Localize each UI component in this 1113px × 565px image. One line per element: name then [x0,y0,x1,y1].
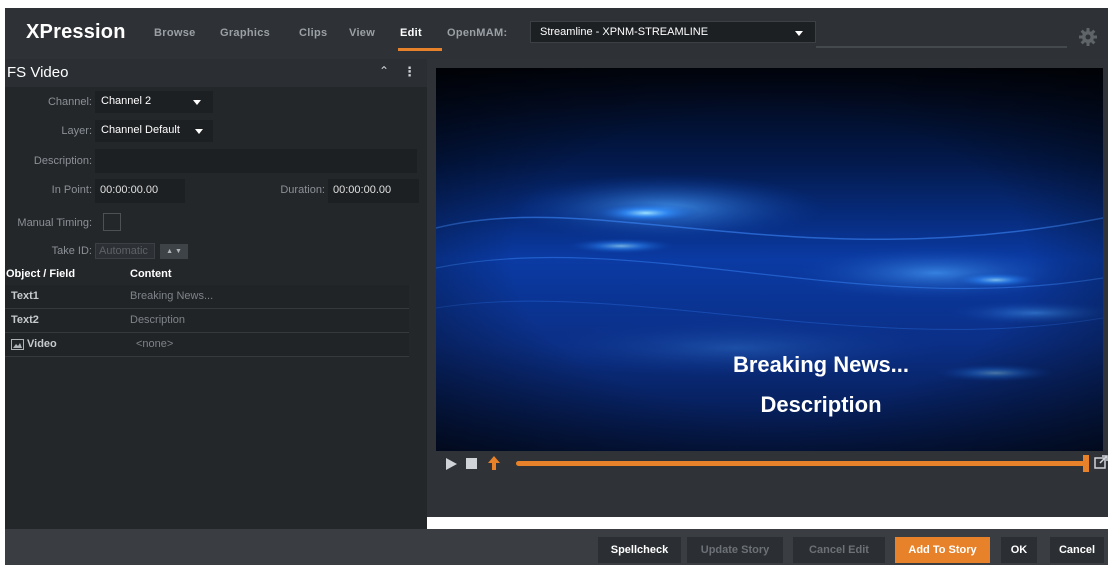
table-header-content: Content [130,268,172,280]
image-icon [11,339,24,350]
take-id-stepper[interactable]: ▲ ▼ [160,244,188,259]
panel-header: FS Video ⌃ ⋮ [5,59,427,87]
bottom-action-bar: Spellcheck Update Story Cancel Edit Add … [5,529,1108,565]
field-name: Text2 [11,314,39,326]
openmam-server-select[interactable]: Streamline - XPNM-STREAMLINE [530,21,816,43]
channel-value: Channel 2 [101,95,152,107]
preview-viewport: Breaking News... Description [436,68,1103,451]
channel-label: Channel: [47,96,92,108]
layer-label: Layer: [61,125,92,137]
table-row[interactable]: Video <none> [5,333,409,357]
field-name: Video [27,338,57,350]
in-point-field[interactable]: 00:00:00.00 [95,179,185,203]
top-bar: XPression Browse Graphics Clips View Edi… [5,8,1108,59]
field-content[interactable]: <none> [136,338,173,350]
take-id-label: Take ID: [51,245,92,257]
toolbar-divider [816,46,1067,48]
ok-button[interactable]: OK [1001,537,1037,563]
layer-select[interactable]: Channel Default [95,120,213,142]
openmam-server-value: Streamline - XPNM-STREAMLINE [540,26,709,38]
preview-description-text: Description [760,392,882,417]
field-content[interactable]: Description [130,314,185,326]
nav-edit[interactable]: Edit [400,27,422,39]
active-tab-indicator [398,48,442,51]
nav-graphics[interactable]: Graphics [220,27,270,39]
preview-title-text: Breaking News... [732,352,910,377]
take-id-field[interactable]: Automatic [95,243,155,259]
preview-panel: Breaking News... Description [427,59,1108,517]
table-row[interactable]: Text2 Description [5,309,409,333]
chevron-down-icon [195,129,203,134]
description-field[interactable] [95,149,417,173]
in-point-value: 00:00:00.00 [100,184,159,196]
nav-clips[interactable]: Clips [299,27,327,39]
chevron-down-icon [795,31,803,36]
duration-value: 00:00:00.00 [333,184,392,196]
panel-title: FS Video [7,64,69,81]
add-to-story-button[interactable]: Add To Story [895,537,990,563]
in-point-label: In Point: [51,184,92,196]
cancel-button[interactable]: Cancel [1050,537,1104,563]
arrow-up-icon[interactable] [486,455,502,471]
table-row[interactable]: Text1 Breaking News... [5,285,409,309]
template-properties-panel: FS Video ⌃ ⋮ Channel: Channel 2 Layer: C… [5,59,427,529]
table-header-field: Object / Field [6,268,76,280]
collapse-icon[interactable]: ⌃ [379,64,389,78]
layer-value: Channel Default [101,124,180,136]
app-logo: XPression [26,21,126,43]
cancel-edit-button[interactable]: Cancel Edit [793,537,885,563]
gear-icon[interactable] [1078,27,1098,47]
update-story-button[interactable]: Update Story [687,537,783,563]
take-id-value: Automatic [99,245,148,257]
duration-field[interactable]: 00:00:00.00 [328,179,419,203]
play-icon[interactable] [446,458,457,470]
stop-icon[interactable] [466,458,477,469]
chevron-down-icon [193,100,201,105]
channel-select[interactable]: Channel 2 [95,91,213,113]
popout-icon[interactable] [1094,455,1108,469]
kebab-menu-icon[interactable]: ⋮ [403,64,416,80]
nav-openmam: OpenMAM: [447,27,508,39]
field-name: Text1 [11,290,39,302]
xpression-app: XPression Browse Graphics Clips View Edi… [0,0,1113,565]
manual-timing-label: Manual Timing: [17,217,92,229]
playhead-handle[interactable] [1083,455,1089,472]
description-label: Description: [33,155,92,167]
timeline-scrubber[interactable] [516,461,1085,466]
transport-bar [436,451,1108,477]
field-content[interactable]: Breaking News... [130,290,213,302]
nav-view[interactable]: View [349,27,375,39]
nav-browse[interactable]: Browse [154,27,196,39]
manual-timing-checkbox[interactable] [103,213,121,231]
duration-label: Duration: [280,184,325,196]
spellcheck-button[interactable]: Spellcheck [598,537,681,563]
